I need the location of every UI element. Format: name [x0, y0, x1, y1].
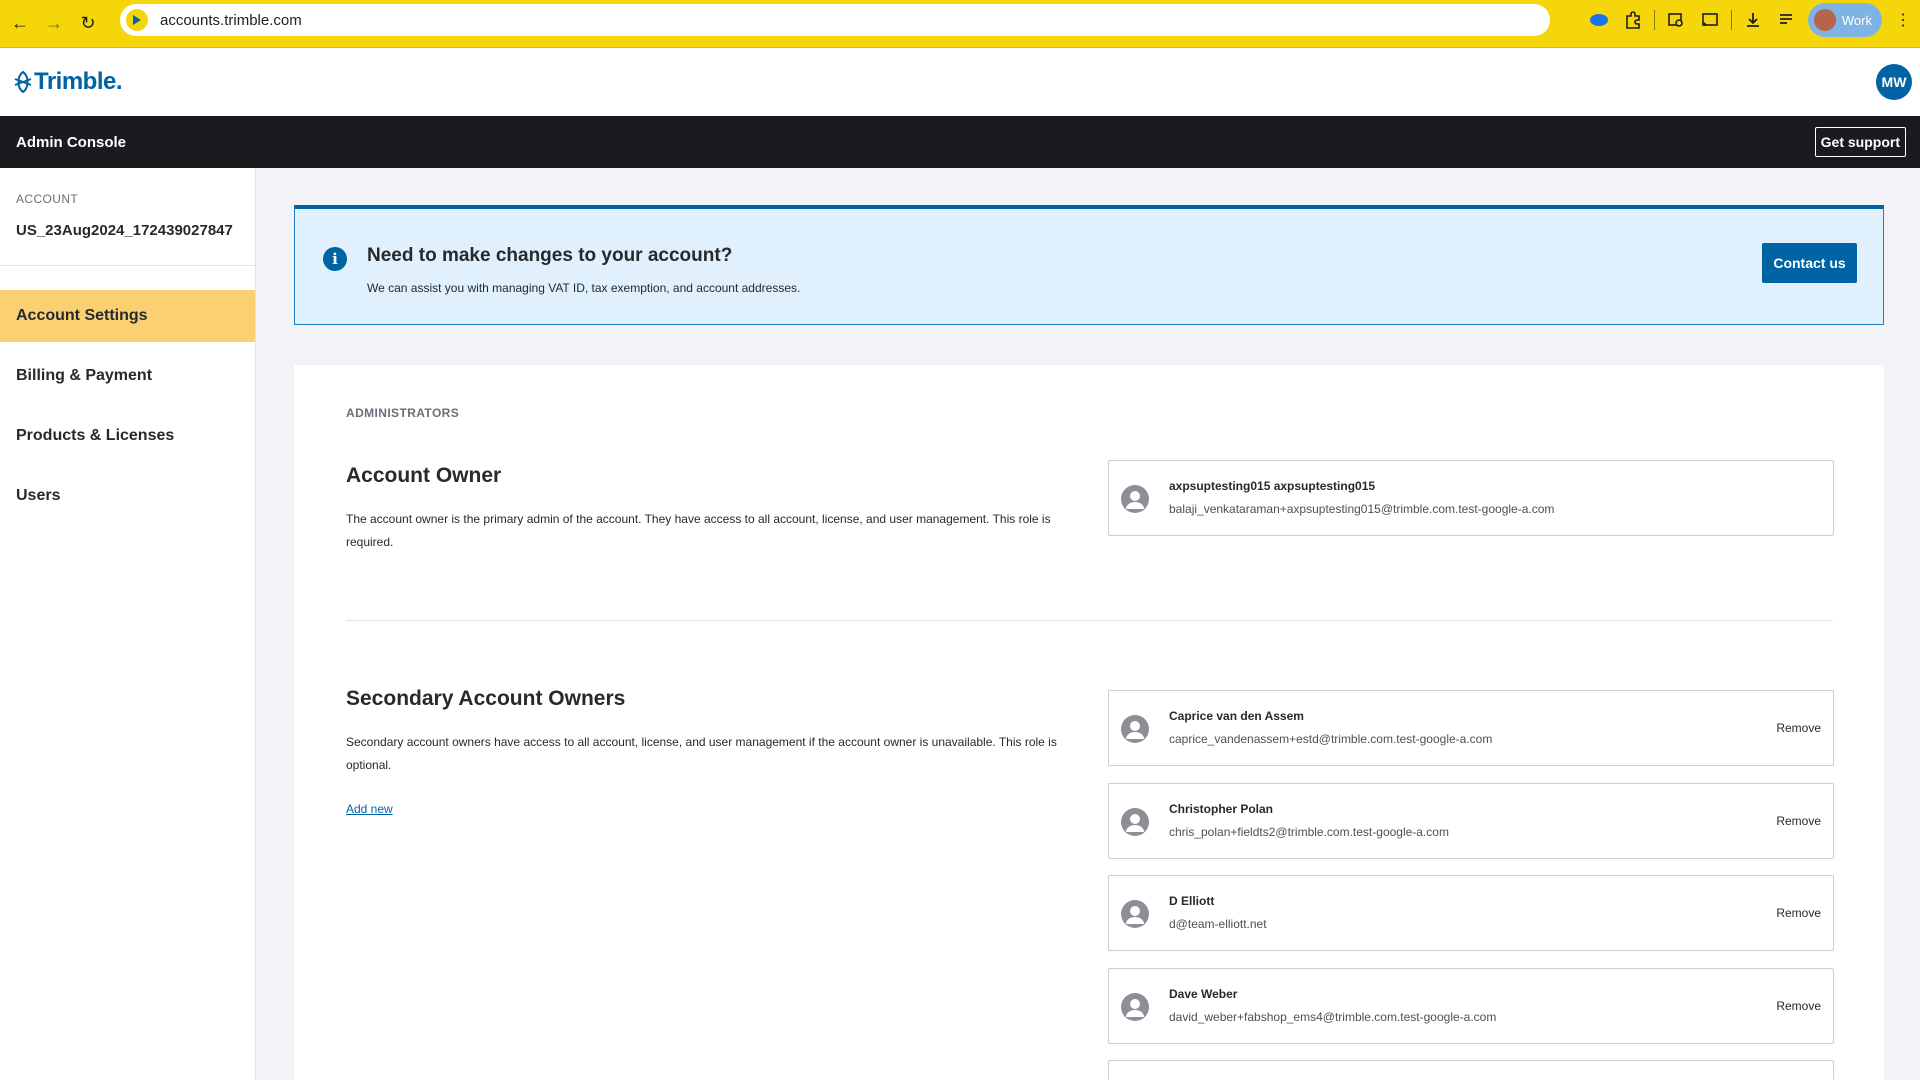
toolbar-separator	[1730, 10, 1732, 30]
list-item: Caprice van den Assem caprice_vandenasse…	[1108, 690, 1834, 766]
trimble-logo-icon	[14, 71, 32, 93]
person-email: d@team-elliott.net	[1169, 917, 1267, 931]
back-icon[interactable]: ←	[6, 10, 34, 38]
person-icon	[1121, 715, 1149, 743]
person-icon	[1121, 808, 1149, 836]
info-icon: i	[323, 247, 347, 271]
user-avatar[interactable]: MW	[1876, 64, 1912, 100]
sidebar-item-products-licenses[interactable]: Products & Licenses	[0, 410, 255, 462]
puzzle-icon[interactable]	[1616, 3, 1650, 37]
remove-button[interactable]: Remove	[1776, 906, 1821, 920]
app-header: Trimble. MW	[0, 48, 1920, 116]
extension-icon[interactable]	[1582, 3, 1616, 37]
browser-toolbar: ← → ↻ accounts.trimble.com Work ⋮	[0, 0, 1920, 48]
info-banner: i Need to make changes to your account? …	[294, 205, 1884, 325]
account-owner-description: The account owner is the primary admin o…	[346, 512, 1051, 549]
sidebar-item-users[interactable]: Users	[0, 470, 255, 522]
search-tab-icon[interactable]	[1659, 3, 1693, 37]
get-support-button[interactable]: Get support	[1814, 127, 1906, 157]
address-bar[interactable]: accounts.trimble.com	[120, 4, 1550, 36]
person-icon	[1121, 993, 1149, 1021]
profile-label: Work	[1841, 12, 1872, 28]
person-email: caprice_vandenassem+estd@trimble.com.tes…	[1169, 732, 1493, 746]
contact-us-button[interactable]: Contact us	[1762, 243, 1857, 283]
toolbar-separator	[1653, 10, 1655, 30]
forward-icon[interactable]: →	[40, 10, 68, 38]
sidebar: ACCOUNT US_23Aug2024_172439027847 Accoun…	[0, 168, 256, 1080]
profile-picture	[1813, 9, 1836, 31]
remove-button[interactable]: Remove	[1776, 721, 1821, 735]
person-icon	[1121, 485, 1149, 513]
remove-button[interactable]: Remove	[1776, 999, 1821, 1013]
person-name: Dave Weber	[1169, 987, 1238, 1001]
account-name: US_23Aug2024_172439027847	[16, 222, 233, 239]
account-owner-card: axpsuptesting015 axpsuptesting015 balaji…	[1108, 460, 1834, 536]
person-email: chris_polan+fieldts2@trimble.com.test-go…	[1169, 825, 1449, 839]
reload-icon[interactable]: ↻	[74, 10, 102, 38]
administrators-heading: ADMINISTRATORS	[346, 406, 460, 420]
url-text[interactable]: accounts.trimble.com	[160, 12, 302, 29]
list-item: Dave Weber david_weber+fabshop_ems4@trim…	[1108, 968, 1834, 1044]
person-icon	[1121, 900, 1149, 928]
sidebar-divider	[0, 265, 255, 266]
person-email: balaji_venkataraman+axpsuptesting015@tri…	[1169, 502, 1555, 516]
banner-text: We can assist you with managing VAT ID, …	[367, 281, 801, 295]
person-name: D Elliott	[1169, 894, 1215, 908]
secondary-owners-title: Secondary Account Owners	[346, 687, 626, 710]
add-new-link[interactable]: Add new	[346, 802, 393, 816]
console-title: Admin Console	[16, 133, 127, 151]
person-email: david_weber+fabshop_ems4@trimble.com.tes…	[1169, 1010, 1497, 1024]
banner-title: Need to make changes to your account?	[367, 245, 733, 266]
secondary-owners-description: Secondary account owners have access to …	[346, 735, 1057, 772]
person-name: Caprice van den Assem	[1169, 709, 1304, 723]
section-divider	[346, 620, 1833, 621]
account-label: ACCOUNT	[16, 192, 79, 206]
trimble-logo[interactable]: Trimble.	[14, 68, 123, 96]
sidebar-item-billing-payment[interactable]: Billing & Payment	[0, 350, 255, 402]
person-name: axpsuptesting015 axpsuptesting015	[1169, 479, 1376, 493]
administrators-card: ADMINISTRATORS Account Owner The account…	[294, 365, 1884, 1080]
list-item: Christopher Polan chris_polan+fieldts2@t…	[1108, 783, 1834, 859]
list-item-partial	[1108, 1060, 1834, 1080]
account-owner-title: Account Owner	[346, 464, 502, 487]
person-name: Christopher Polan	[1169, 802, 1274, 816]
cast-icon[interactable]	[1693, 3, 1727, 37]
site-info-icon[interactable]	[126, 9, 148, 31]
menu-icon[interactable]: ⋮	[1886, 3, 1920, 37]
sidebar-item-account-settings[interactable]: Account Settings	[0, 290, 255, 342]
reading-list-icon[interactable]	[1770, 3, 1804, 37]
console-bar: Admin Console Get support	[0, 116, 1920, 168]
profile-button[interactable]: Work	[1807, 3, 1882, 37]
list-item: D Elliott d@team-elliott.net Remove	[1108, 875, 1834, 951]
remove-button[interactable]: Remove	[1776, 814, 1821, 828]
logo-text: Trimble.	[34, 68, 123, 95]
download-icon[interactable]	[1736, 3, 1770, 37]
